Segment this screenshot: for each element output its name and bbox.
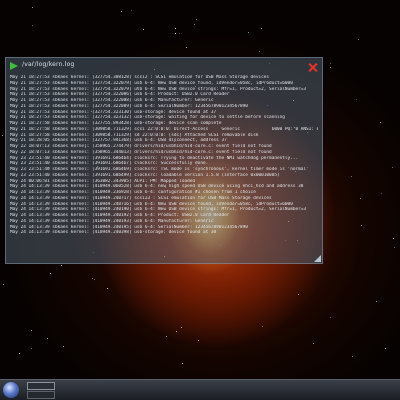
star	[166, 336, 167, 337]
log-line: May 24 14:13:39 sbkaes kernel: [410949.2…	[10, 230, 217, 236]
star	[352, 356, 353, 357]
log-line: May 23 23:51:40 sbkaes kernel: [391691.6…	[10, 167, 309, 172]
star	[360, 198, 361, 199]
star	[262, 326, 263, 327]
star	[356, 99, 357, 100]
star	[182, 363, 183, 364]
star	[31, 330, 32, 331]
resize-grip-icon[interactable]	[314, 255, 321, 262]
star	[248, 32, 249, 33]
star	[259, 51, 260, 52]
log-line: May 22 18:07:13 sbkaes kernel: [358965.2…	[10, 144, 272, 149]
star	[92, 278, 93, 279]
star	[385, 348, 386, 349]
star	[394, 247, 395, 248]
star	[61, 265, 62, 266]
star	[351, 176, 352, 177]
star	[47, 338, 48, 339]
log-text-area[interactable]: May 21 18:27:53 sbkaes kernel: [327754.3…	[10, 75, 318, 261]
star	[31, 348, 32, 349]
taskbar-item-log-viewer[interactable]	[27, 382, 55, 390]
star	[330, 63, 331, 64]
star	[186, 47, 187, 48]
star	[198, 340, 199, 341]
window-title: /var/log/kern.log	[22, 61, 75, 68]
start-orb-icon[interactable]	[3, 382, 19, 398]
star	[94, 279, 95, 280]
log-line: May 24 14:13:39 sbkaes kernel: [410949.2…	[10, 195, 272, 201]
star	[175, 33, 176, 34]
star	[2, 135, 3, 136]
star	[50, 273, 51, 274]
arrow-play-icon	[10, 62, 18, 70]
star	[194, 24, 195, 25]
close-icon[interactable]	[307, 62, 318, 73]
star	[175, 28, 176, 29]
taskbar	[0, 379, 400, 400]
log-line: May 22 18:07:13 sbkaes kernel: [358965.3…	[10, 149, 272, 155]
star	[63, 346, 64, 347]
star	[298, 294, 299, 295]
taskbar-item-empty[interactable]	[27, 391, 55, 399]
star	[19, 353, 20, 354]
star	[131, 10, 132, 11]
log-line: May 23 23:51:40 sbkaes kernel: [391691.6…	[10, 172, 280, 178]
star	[380, 122, 381, 123]
star	[261, 28, 262, 29]
star	[121, 11, 122, 12]
star	[107, 288, 108, 289]
star	[143, 29, 144, 30]
star	[358, 39, 359, 40]
star	[330, 317, 331, 318]
window-titlebar[interactable]: /var/log/kern.log	[6, 58, 322, 75]
log-viewer-window[interactable]: /var/log/kern.log May 21 18:27:53 sbkaes…	[5, 57, 323, 264]
star	[361, 225, 362, 226]
star	[196, 19, 197, 20]
star	[330, 67, 331, 68]
star	[32, 25, 33, 26]
star	[381, 193, 382, 194]
star	[3, 284, 4, 285]
star	[176, 331, 177, 332]
log-line: May 21 18:27:58 sbkaes kernel: [309858.7…	[10, 126, 318, 132]
star	[179, 33, 180, 34]
star	[376, 301, 377, 302]
star	[313, 343, 314, 344]
star	[393, 238, 394, 239]
star	[32, 7, 33, 8]
log-line: May 21 18:27:53 sbkaes kernel: [327754.3…	[10, 80, 293, 86]
star	[181, 327, 182, 328]
star	[392, 167, 393, 168]
